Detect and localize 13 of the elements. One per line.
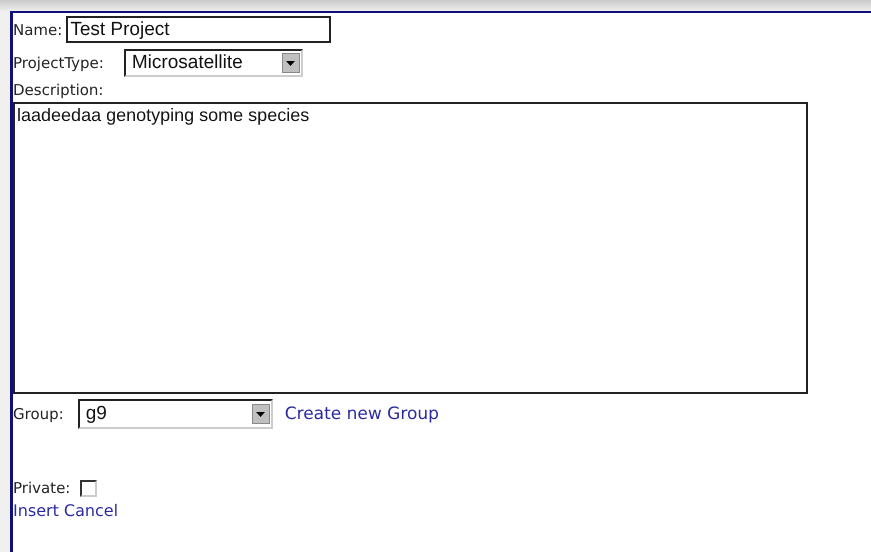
group-dropdown[interactable]: g9 xyxy=(78,399,273,429)
private-checkbox[interactable] xyxy=(80,480,98,496)
name-field[interactable]: Test Project xyxy=(66,16,332,43)
project-type-label: ProjectType: xyxy=(13,54,104,72)
create-group-link[interactable]: Create new Group xyxy=(284,404,439,424)
group-label: Group: xyxy=(13,405,64,423)
action-link[interactable]: Cancel xyxy=(64,501,118,520)
name-label: Name: xyxy=(13,20,62,38)
action-link[interactable]: Insert xyxy=(13,501,59,520)
description-field[interactable]: laadeedaa genotyping some species xyxy=(13,102,808,394)
description-label: Description: xyxy=(13,81,104,99)
private-label: Private: xyxy=(13,479,70,497)
project-type-dropdown[interactable]: Microsatellite xyxy=(124,49,303,77)
